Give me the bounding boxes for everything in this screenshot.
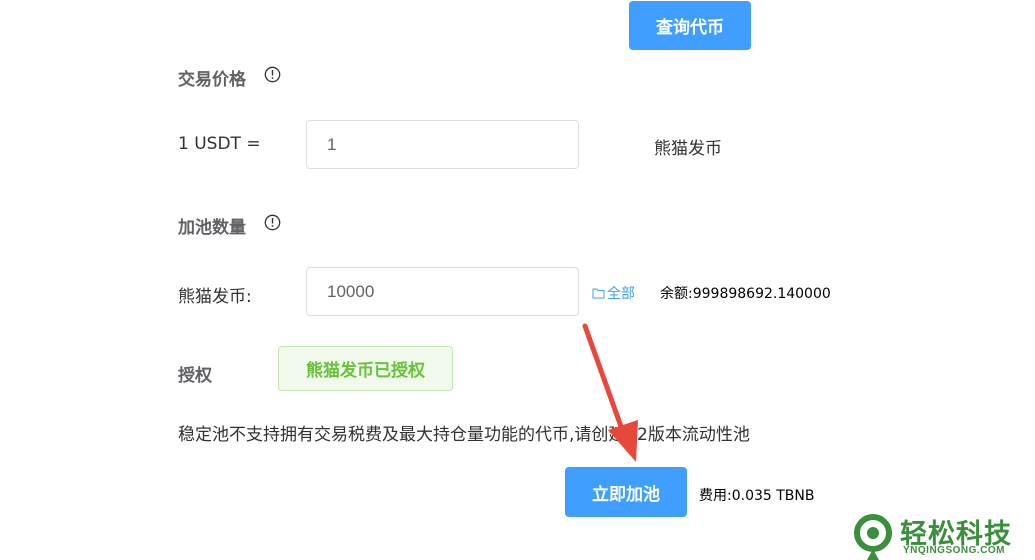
balance-text: 余额:999898692.140000 [660, 286, 831, 302]
info-icon[interactable] [264, 214, 281, 231]
price-row-label: 1 USDT = [178, 134, 261, 154]
all-amount-link[interactable]: 全部 [592, 283, 635, 303]
amount-row-label: 熊猫发币: [178, 287, 252, 307]
price-token-name: 熊猫发币 [654, 139, 722, 159]
trade-price-label: 交易价格 [178, 70, 246, 90]
all-link-label: 全部 [607, 286, 635, 302]
amount-input[interactable]: 10000 [306, 267, 579, 316]
token-authorized-button[interactable]: 熊猫发币已授权 [278, 346, 453, 391]
query-token-button[interactable]: 查询代币 [629, 1, 751, 50]
fee-text: 费用:0.035 TBNB [699, 488, 815, 504]
folder-icon [592, 288, 605, 299]
add-amount-label: 加池数量 [178, 218, 246, 238]
info-icon[interactable] [264, 66, 281, 83]
stable-pool-notice: 稳定池不支持拥有交易税费及最大持仓量功能的代币,请创建V2版本流动性池 [178, 425, 750, 445]
add-liquidity-button[interactable]: 立即加池 [565, 467, 687, 517]
authorization-label: 授权 [178, 366, 212, 386]
price-input[interactable]: 1 [306, 120, 579, 169]
watermark-subtitle: YNQINGSONG.COM [903, 545, 1006, 556]
